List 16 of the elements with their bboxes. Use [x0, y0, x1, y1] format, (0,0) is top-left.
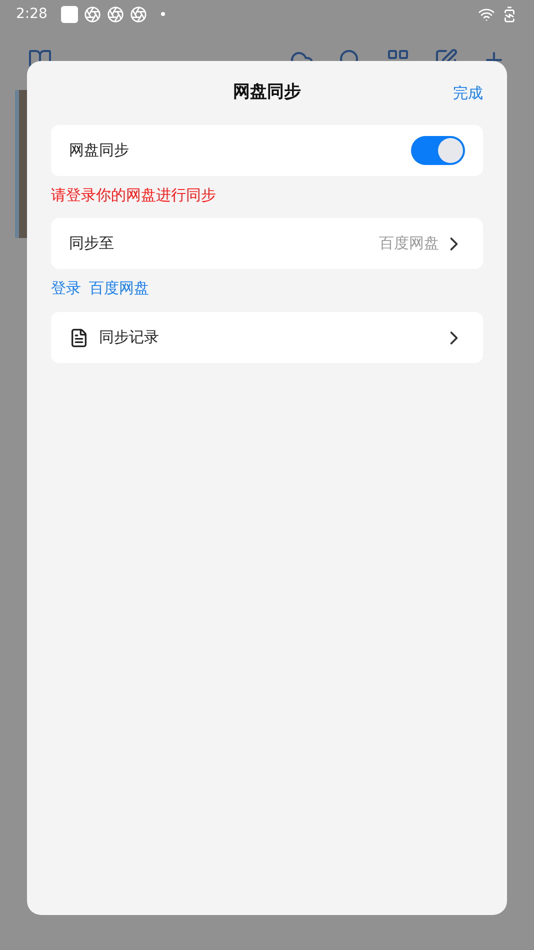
dialog-title: 网盘同步 [233, 81, 301, 104]
done-button[interactable]: 完成 [453, 82, 483, 104]
sync-target-row[interactable]: 同步至 百度网盘 [51, 218, 483, 269]
warning-text: 请登录你的网盘进行同步 [51, 185, 217, 206]
aperture-icon [84, 6, 102, 22]
notification-icon [61, 6, 78, 22]
login-link[interactable]: 百度网盘 [89, 277, 149, 299]
document-icon [69, 328, 89, 348]
aperture-icon [107, 6, 124, 22]
sync-history-row[interactable]: 同步记录 [51, 312, 483, 363]
status-time: 2:28 [16, 4, 48, 24]
toggle-switch[interactable] [411, 136, 465, 165]
sync-target-value: 百度网盘 [379, 233, 439, 254]
login-link[interactable]: 登录 [51, 277, 81, 299]
aperture-icon [130, 6, 148, 22]
setting-label: 网盘同步 [69, 140, 130, 162]
